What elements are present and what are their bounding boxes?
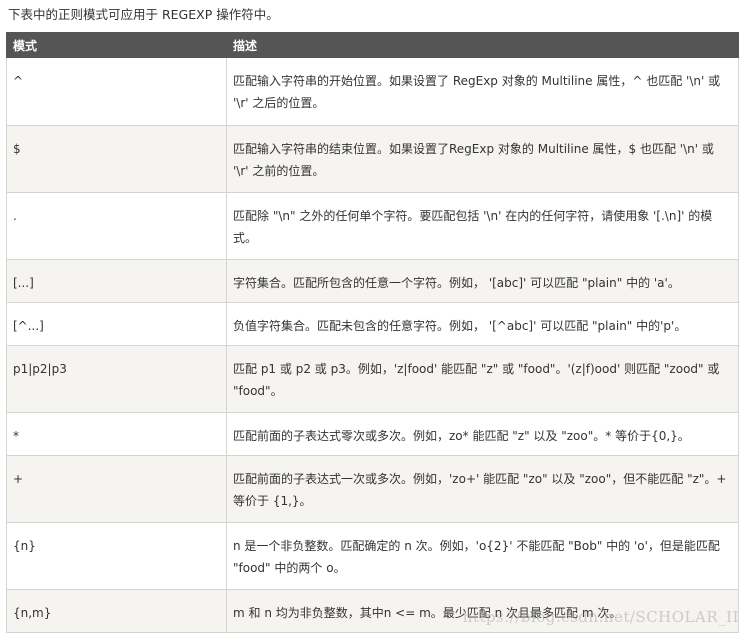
table-row: [...] 字符集合。匹配所包含的任意一个字符。例如， '[abc]' 可以匹配…: [6, 259, 739, 303]
header-pattern: 模式: [6, 32, 227, 58]
pattern-cell: +: [6, 455, 227, 523]
regex-pattern-table: 模式 描述 ^ 匹配输入字符串的开始位置。如果设置了 RegExp 对象的 Mu…: [6, 32, 739, 633]
header-description: 描述: [226, 32, 739, 58]
pattern-cell: [^...]: [6, 302, 227, 346]
description-cell: 匹配 p1 或 p2 或 p3。例如，'z|food' 能匹配 "z" 或 "f…: [226, 345, 739, 413]
table-row: . 匹配除 "\n" 之外的任何单个字符。要匹配包括 '\n' 在内的任何字符，…: [6, 192, 739, 260]
intro-text: 下表中的正则模式可应用于 REGEXP 操作符中。: [8, 7, 279, 22]
pattern-cell: p1|p2|p3: [6, 345, 227, 413]
description-cell: 字符集合。匹配所包含的任意一个字符。例如， '[abc]' 可以匹配 "plai…: [226, 259, 739, 303]
table-row: {n} n 是一个非负整数。匹配确定的 n 次。例如，'o{2}' 不能匹配 "…: [6, 522, 739, 590]
description-cell: 匹配除 "\n" 之外的任何单个字符。要匹配包括 '\n' 在内的任何字符，请使…: [226, 192, 739, 260]
pattern-cell: .: [6, 192, 227, 260]
description-cell: 匹配前面的子表达式一次或多次。例如，'zo+' 能匹配 "zo" 以及 "zoo…: [226, 455, 739, 523]
pattern-cell: $: [6, 125, 227, 193]
pattern-cell: {n,m}: [6, 589, 227, 633]
pattern-cell: ^: [6, 57, 227, 126]
table-row: + 匹配前面的子表达式一次或多次。例如，'zo+' 能匹配 "zo" 以及 "z…: [6, 455, 739, 523]
csdn-watermark: https://blog.csdn.net/SCHOLAR_II: [462, 608, 739, 626]
pattern-cell: *: [6, 412, 227, 456]
pattern-cell: {n}: [6, 522, 227, 590]
table-header-row: 模式 描述: [6, 32, 739, 58]
description-cell: 匹配输入字符串的结束位置。如果设置了RegExp 对象的 Multiline 属…: [226, 125, 739, 193]
pattern-cell: [...]: [6, 259, 227, 303]
table-row: * 匹配前面的子表达式零次或多次。例如，zo* 能匹配 "z" 以及 "zoo"…: [6, 412, 739, 456]
description-cell: 负值字符集合。匹配未包含的任意字符。例如， '[^abc]' 可以匹配 "pla…: [226, 302, 739, 346]
description-cell: n 是一个非负整数。匹配确定的 n 次。例如，'o{2}' 不能匹配 "Bob"…: [226, 522, 739, 590]
table-row: $ 匹配输入字符串的结束位置。如果设置了RegExp 对象的 Multiline…: [6, 125, 739, 193]
table-row: ^ 匹配输入字符串的开始位置。如果设置了 RegExp 对象的 Multilin…: [6, 57, 739, 126]
table-row: p1|p2|p3 匹配 p1 或 p2 或 p3。例如，'z|food' 能匹配…: [6, 345, 739, 413]
table-row: [^...] 负值字符集合。匹配未包含的任意字符。例如， '[^abc]' 可以…: [6, 302, 739, 346]
description-cell: 匹配输入字符串的开始位置。如果设置了 RegExp 对象的 Multiline …: [226, 57, 739, 126]
description-cell: 匹配前面的子表达式零次或多次。例如，zo* 能匹配 "z" 以及 "zoo"。*…: [226, 412, 739, 456]
